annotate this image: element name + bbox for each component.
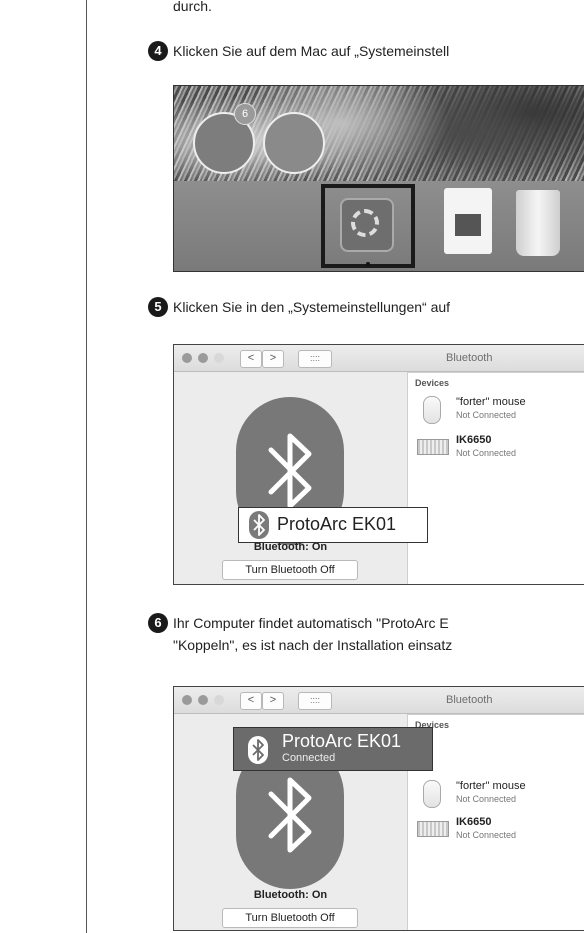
step-6-continued: "Koppeln", es ist nach der Installation … [173, 633, 452, 657]
list-item[interactable]: IK6650 Not Connected [408, 431, 584, 467]
device-name: IK6650 [456, 816, 492, 828]
keyboard-icon [417, 439, 449, 455]
highlight-box [321, 184, 415, 268]
step-number: 4 [148, 41, 168, 61]
window-title: Bluetooth [446, 694, 493, 706]
list-item[interactable]: "forter" mouse Not Connected [408, 393, 584, 429]
devices-list: Devices "forter" mouse Not Connected IK6… [407, 714, 584, 930]
device-name: "forter" mouse [456, 396, 526, 408]
device-status: Not Connected [456, 794, 517, 804]
device-name: IK6650 [456, 434, 492, 446]
turn-bluetooth-off-button[interactable]: Turn Bluetooth Off [222, 560, 358, 580]
device-status: Connected [282, 752, 336, 764]
step-number: 6 [148, 613, 168, 633]
turn-bluetooth-off-button[interactable]: Turn Bluetooth Off [222, 908, 358, 928]
device-name: "forter" mouse [456, 780, 526, 792]
zoom-button[interactable] [214, 695, 224, 705]
step-text-line-1: Ihr Computer findet automatisch "ProtoAr… [173, 615, 449, 631]
keyboard-icon [417, 821, 449, 837]
mouse-icon [423, 780, 441, 808]
back-button[interactable]: < [240, 692, 262, 710]
device-status: Not Connected [456, 410, 517, 420]
trash-icon[interactable] [516, 190, 560, 256]
bluetooth-status: Bluetooth: On [253, 889, 328, 901]
show-all-button[interactable]: :::: [298, 350, 332, 368]
installer-icon[interactable] [444, 188, 492, 254]
step-6: 6 Ihr Computer findet automatisch "Proto… [148, 611, 449, 635]
protoarc-device-row-connected[interactable]: ProtoArc EK01 Connected [233, 727, 433, 771]
device-status: Not Connected [456, 448, 517, 458]
devices-header: Devices [415, 378, 450, 388]
list-item[interactable]: IK6650 Not Connected [408, 813, 584, 849]
device-name: ProtoArc EK01 [277, 514, 397, 534]
package-icon [455, 214, 481, 236]
step-5: 5 Klicken Sie in den „Systemeinstellunge… [148, 295, 451, 319]
manual-page: durch. 4 Klicken Sie auf dem Mac auf „Sy… [0, 0, 584, 933]
running-indicator [366, 262, 370, 266]
title-bar: < > :::: Bluetooth [174, 687, 584, 714]
minimize-button[interactable] [198, 353, 208, 363]
page-margin-rule [86, 0, 87, 933]
step-number: 5 [148, 297, 168, 317]
bluetooth-window-2: < > :::: Bluetooth Bluetooth: On Turn Bl… [173, 686, 584, 931]
app-store-badge: 6 [234, 103, 256, 125]
back-button[interactable]: < [240, 350, 262, 368]
device-status: Not Connected [456, 830, 517, 840]
intro-text: durch. [173, 0, 212, 14]
mouse-icon [423, 396, 441, 424]
devices-list: Devices "forter" mouse Not Connected IK6… [407, 372, 584, 584]
show-all-button[interactable]: :::: [298, 692, 332, 710]
list-item[interactable]: "forter" mouse Not Connected [408, 777, 584, 813]
forward-button[interactable]: > [262, 692, 284, 710]
books-icon[interactable] [263, 112, 325, 174]
protoarc-device-row[interactable]: ProtoArc EK01 [238, 507, 428, 543]
step-text: Klicken Sie in den „Systemeinstellungen“… [173, 299, 451, 315]
minimize-button[interactable] [198, 695, 208, 705]
window-title: Bluetooth [446, 352, 493, 364]
forward-button[interactable]: > [262, 350, 284, 368]
step-text-line-2: "Koppeln", es ist nach der Installation … [173, 637, 453, 653]
step-4: 4 Klicken Sie auf dem Mac auf „Systemein… [148, 39, 450, 63]
bluetooth-icon [248, 736, 268, 764]
device-name: ProtoArc EK01 [282, 731, 402, 751]
close-button[interactable] [182, 353, 192, 363]
close-button[interactable] [182, 695, 192, 705]
bluetooth-window-1: < > :::: Bluetooth Bluetooth: On Turn Bl… [173, 344, 584, 585]
title-bar: < > :::: Bluetooth [174, 345, 584, 372]
bluetooth-icon [249, 511, 269, 539]
step-text: Klicken Sie auf dem Mac auf „Systemeinst… [173, 43, 450, 59]
zoom-button[interactable] [214, 353, 224, 363]
